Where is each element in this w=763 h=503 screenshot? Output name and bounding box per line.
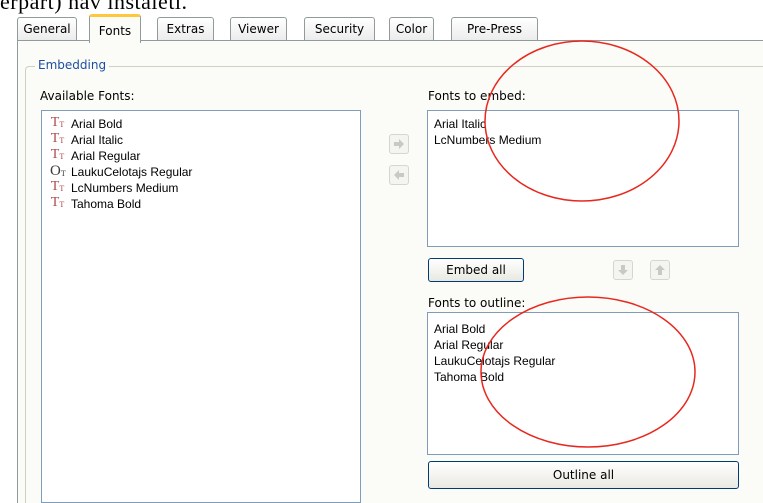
outline-font-item[interactable]: Tahoma Bold xyxy=(434,369,738,385)
available-font-label: Tahoma Bold xyxy=(71,197,142,211)
arrow-up-icon xyxy=(655,265,665,275)
move-down-button[interactable] xyxy=(613,260,633,280)
outline-fonts-label: Fonts to outline: xyxy=(428,296,526,310)
embed-font-item[interactable]: LcNumbers Medium xyxy=(434,132,738,148)
available-font-label: Arial Italic xyxy=(71,133,124,147)
truetype-font-icon: TT xyxy=(50,195,65,210)
arrow-left-icon xyxy=(394,170,404,180)
outline-all-label: Outline all xyxy=(552,468,615,482)
arrow-right-icon xyxy=(394,139,404,149)
available-fonts-label: Available Fonts: xyxy=(40,89,135,103)
available-font-label: Arial Bold xyxy=(71,117,123,131)
tab-security[interactable]: Security xyxy=(304,17,375,40)
tab-general[interactable]: General xyxy=(17,17,77,40)
available-font-item[interactable]: TT LcNumbers Medium xyxy=(50,179,360,196)
arrow-down-icon xyxy=(618,265,628,275)
embed-all-label: Embed all xyxy=(446,263,506,277)
embed-all-button[interactable]: Embed all xyxy=(428,258,524,282)
tab-extras[interactable]: Extras xyxy=(157,17,214,40)
embed-fonts-list[interactable]: Arial Italic LcNumbers Medium xyxy=(427,110,739,247)
outline-font-item[interactable]: LaukuCelotajs Regular xyxy=(434,353,738,369)
available-font-item[interactable]: TT Arial Bold xyxy=(50,115,360,132)
available-font-label: LaukuCelotajs Regular xyxy=(71,165,193,179)
tab-pre-press[interactable]: Pre-Press xyxy=(451,17,538,40)
available-font-item[interactable]: TT Arial Regular xyxy=(50,147,360,164)
available-font-item[interactable]: TT Tahoma Bold xyxy=(50,195,360,212)
outline-font-item[interactable]: Arial Regular xyxy=(434,337,738,353)
embed-fonts-label: Fonts to embed: xyxy=(428,89,526,103)
tab-viewer[interactable]: Viewer xyxy=(230,17,287,40)
outline-all-button[interactable]: Outline all xyxy=(428,461,739,489)
embed-font-item[interactable]: Arial Italic xyxy=(434,116,738,132)
available-font-label: LcNumbers Medium xyxy=(71,181,179,195)
add-to-embed-button[interactable] xyxy=(389,134,409,154)
tab-color[interactable]: Color xyxy=(389,17,434,40)
embedding-group-title: Embedding xyxy=(35,58,110,72)
available-font-label: Arial Regular xyxy=(71,149,141,163)
available-font-item[interactable]: OT LaukuCelotajs Regular xyxy=(50,163,360,180)
tab-fonts[interactable]: Fonts xyxy=(89,14,141,43)
remove-from-embed-button[interactable] xyxy=(389,165,409,185)
outline-font-item[interactable]: Arial Bold xyxy=(434,321,738,337)
available-font-item[interactable]: TT Arial Italic xyxy=(50,131,360,148)
available-fonts-list[interactable]: TT Arial Bold TT Arial Italic TT Arial Regula… xyxy=(41,110,361,503)
move-up-button[interactable] xyxy=(650,260,670,280)
outline-fonts-list[interactable]: Arial Bold Arial Regular LaukuCelotajs Reg… xyxy=(427,312,739,455)
